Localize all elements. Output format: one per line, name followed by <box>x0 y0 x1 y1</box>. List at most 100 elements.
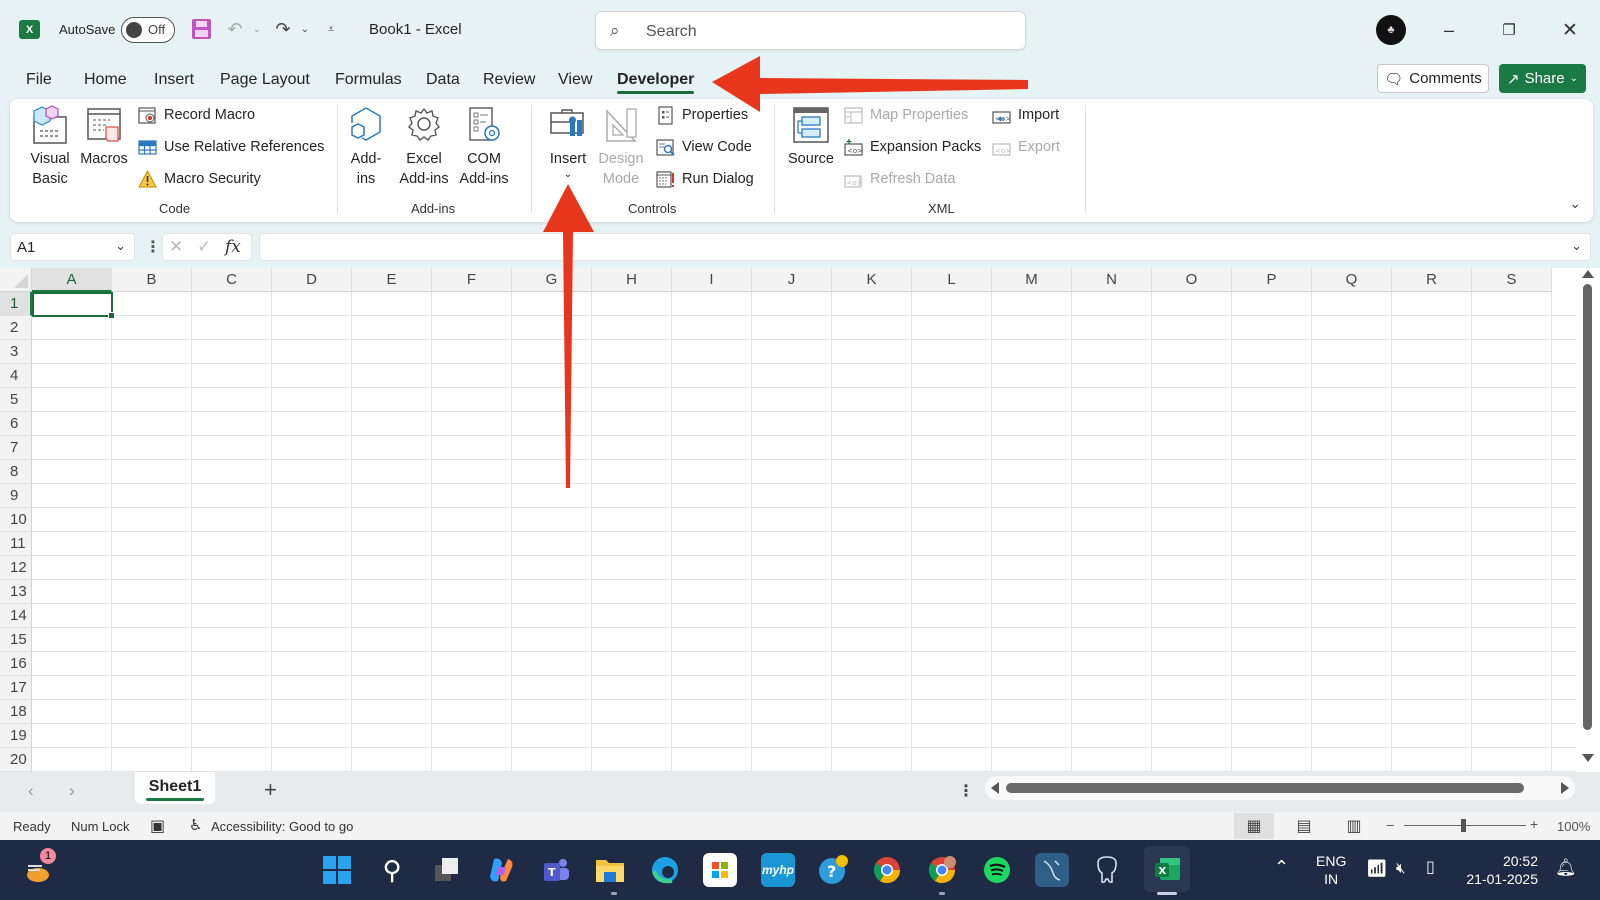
myhp-icon[interactable]: myhp <box>761 853 795 887</box>
export-button[interactable]: <o> Export <box>992 136 1060 158</box>
design-mode-button[interactable]: Design Mode <box>598 105 644 189</box>
tab-view[interactable]: View <box>558 71 592 89</box>
macros-button[interactable]: Macros <box>78 105 130 169</box>
accessibility-icon[interactable]: ♿︎ <box>189 816 202 834</box>
column-header-d[interactable]: D <box>272 268 352 292</box>
scroll-left-icon[interactable] <box>991 782 999 794</box>
column-header-j[interactable]: J <box>752 268 832 292</box>
more-options-icon[interactable]: ⋮ <box>145 237 161 257</box>
normal-view-icon[interactable]: ▦ <box>1234 813 1274 839</box>
row-header-15[interactable]: 15 <box>0 628 32 652</box>
row-header-7[interactable]: 7 <box>0 436 32 460</box>
column-header-s[interactable]: S <box>1472 268 1552 292</box>
com-addins-button[interactable]: COM Add-ins <box>456 105 512 189</box>
import-button[interactable]: <o> Import <box>992 104 1059 126</box>
zoom-in-button[interactable]: + <box>1530 816 1538 832</box>
row-header-4[interactable]: 4 <box>0 364 32 388</box>
column-header-l[interactable]: L <box>912 268 992 292</box>
row-header-8[interactable]: 8 <box>0 460 32 484</box>
cancel-icon[interactable]: ✕ <box>169 237 183 257</box>
row-header-13[interactable]: 13 <box>0 580 32 604</box>
comments-button[interactable]: 🗨︎ Comments <box>1377 64 1489 93</box>
task-view-icon[interactable] <box>430 853 464 887</box>
restore-icon[interactable]: ❐ <box>1492 14 1526 46</box>
select-all-button[interactable] <box>0 268 32 292</box>
expansion-packs-button[interactable]: <o> Expansion Packs <box>844 136 981 158</box>
page-layout-view-icon[interactable]: ▤ <box>1284 813 1324 839</box>
column-header-n[interactable]: N <box>1072 268 1152 292</box>
name-box[interactable]: A1 ⌄ <box>10 233 135 261</box>
language-indicator[interactable]: ENG IN <box>1316 852 1346 888</box>
tab-file[interactable]: File <box>26 71 52 89</box>
insert-function-icon[interactable]: fx <box>225 237 241 257</box>
minimize-icon[interactable]: – <box>1432 14 1466 46</box>
start-icon[interactable] <box>320 853 354 887</box>
column-header-g[interactable]: G <box>512 268 592 292</box>
redo-dropdown-icon[interactable]: ⌄ <box>294 18 316 40</box>
redo-icon[interactable]: ↷ <box>272 18 294 40</box>
scroll-right-icon[interactable] <box>1561 782 1569 794</box>
source-button[interactable]: Source <box>786 105 836 169</box>
expand-formula-bar-icon[interactable]: ⌄ <box>1571 238 1582 254</box>
spotify-icon[interactable] <box>980 853 1014 887</box>
battery-icon[interactable]: ▯ <box>1426 859 1435 877</box>
zoom-level[interactable]: 100% <box>1557 819 1590 834</box>
mysql-workbench-icon[interactable] <box>1035 853 1069 887</box>
row-header-18[interactable]: 18 <box>0 700 32 724</box>
chevron-down-icon[interactable]: ⌄ <box>115 238 126 254</box>
row-header-16[interactable]: 16 <box>0 652 32 676</box>
row-header-14[interactable]: 14 <box>0 604 32 628</box>
undo-icon[interactable]: ↶ <box>224 18 246 40</box>
undo-dropdown-icon[interactable]: ⌄ <box>246 18 268 40</box>
tab-page-layout[interactable]: Page Layout <box>220 71 310 89</box>
clock[interactable]: 20:52 21-01-2025 <box>1466 852 1538 888</box>
record-macro-button[interactable]: Record Macro <box>138 104 255 126</box>
vertical-scroll-thumb[interactable] <box>1583 284 1592 730</box>
row-header-2[interactable]: 2 <box>0 316 32 340</box>
column-header-p[interactable]: P <box>1232 268 1312 292</box>
chrome-icon[interactable] <box>870 853 904 887</box>
scroll-up-icon[interactable] <box>1582 270 1594 278</box>
sheet-tab-sheet1[interactable]: Sheet1 <box>135 772 215 804</box>
prev-sheet-icon[interactable]: ‹ <box>28 781 34 801</box>
notifications-bell-icon[interactable]: 🔔︎ <box>1555 859 1577 877</box>
tab-formulas[interactable]: Formulas <box>335 71 402 89</box>
cell-area[interactable] <box>32 292 1576 772</box>
properties-button[interactable]: Properties <box>656 104 748 126</box>
row-header-5[interactable]: 5 <box>0 388 32 412</box>
column-header-k[interactable]: K <box>832 268 912 292</box>
column-header-e[interactable]: E <box>352 268 432 292</box>
row-header-20[interactable]: 20 <box>0 748 32 772</box>
row-header-17[interactable]: 17 <box>0 676 32 700</box>
teams-icon[interactable]: T <box>539 853 573 887</box>
macro-recording-icon[interactable]: ▣ <box>150 816 165 836</box>
vertical-scrollbar[interactable] <box>1576 268 1600 772</box>
row-header-19[interactable]: 19 <box>0 724 32 748</box>
row-header-12[interactable]: 12 <box>0 556 32 580</box>
column-header-f[interactable]: F <box>432 268 512 292</box>
column-header-o[interactable]: O <box>1152 268 1232 292</box>
column-header-h[interactable]: H <box>592 268 672 292</box>
tab-data[interactable]: Data <box>426 71 460 89</box>
horizontal-scroll-thumb[interactable] <box>1006 783 1524 793</box>
zoom-slider-thumb[interactable] <box>1461 819 1466 832</box>
column-header-r[interactable]: R <box>1392 268 1472 292</box>
page-break-preview-icon[interactable]: ▥ <box>1334 813 1374 839</box>
search-icon[interactable]: ⚲ <box>375 853 409 887</box>
account-avatar[interactable]: ♣ <box>1376 15 1406 45</box>
row-header-11[interactable]: 11 <box>0 532 32 556</box>
row-header-10[interactable]: 10 <box>0 508 32 532</box>
add-sheet-button[interactable]: + <box>264 777 277 803</box>
chrome-profile-icon[interactable] <box>925 853 959 887</box>
tab-home[interactable]: Home <box>84 71 127 89</box>
postgresql-icon[interactable] <box>1090 853 1124 887</box>
show-hidden-icons[interactable]: ⌃ <box>1274 858 1289 876</box>
scroll-down-icon[interactable] <box>1582 754 1594 762</box>
row-header-6[interactable]: 6 <box>0 412 32 436</box>
microsoft-store-icon[interactable] <box>703 853 737 887</box>
column-header-q[interactable]: Q <box>1312 268 1392 292</box>
formula-input[interactable]: ⌄ <box>259 233 1591 261</box>
close-icon[interactable]: ✕ <box>1553 14 1587 46</box>
share-button[interactable]: ↗ Share ⌄ <box>1499 64 1586 93</box>
horizontal-scrollbar[interactable] <box>985 776 1575 800</box>
